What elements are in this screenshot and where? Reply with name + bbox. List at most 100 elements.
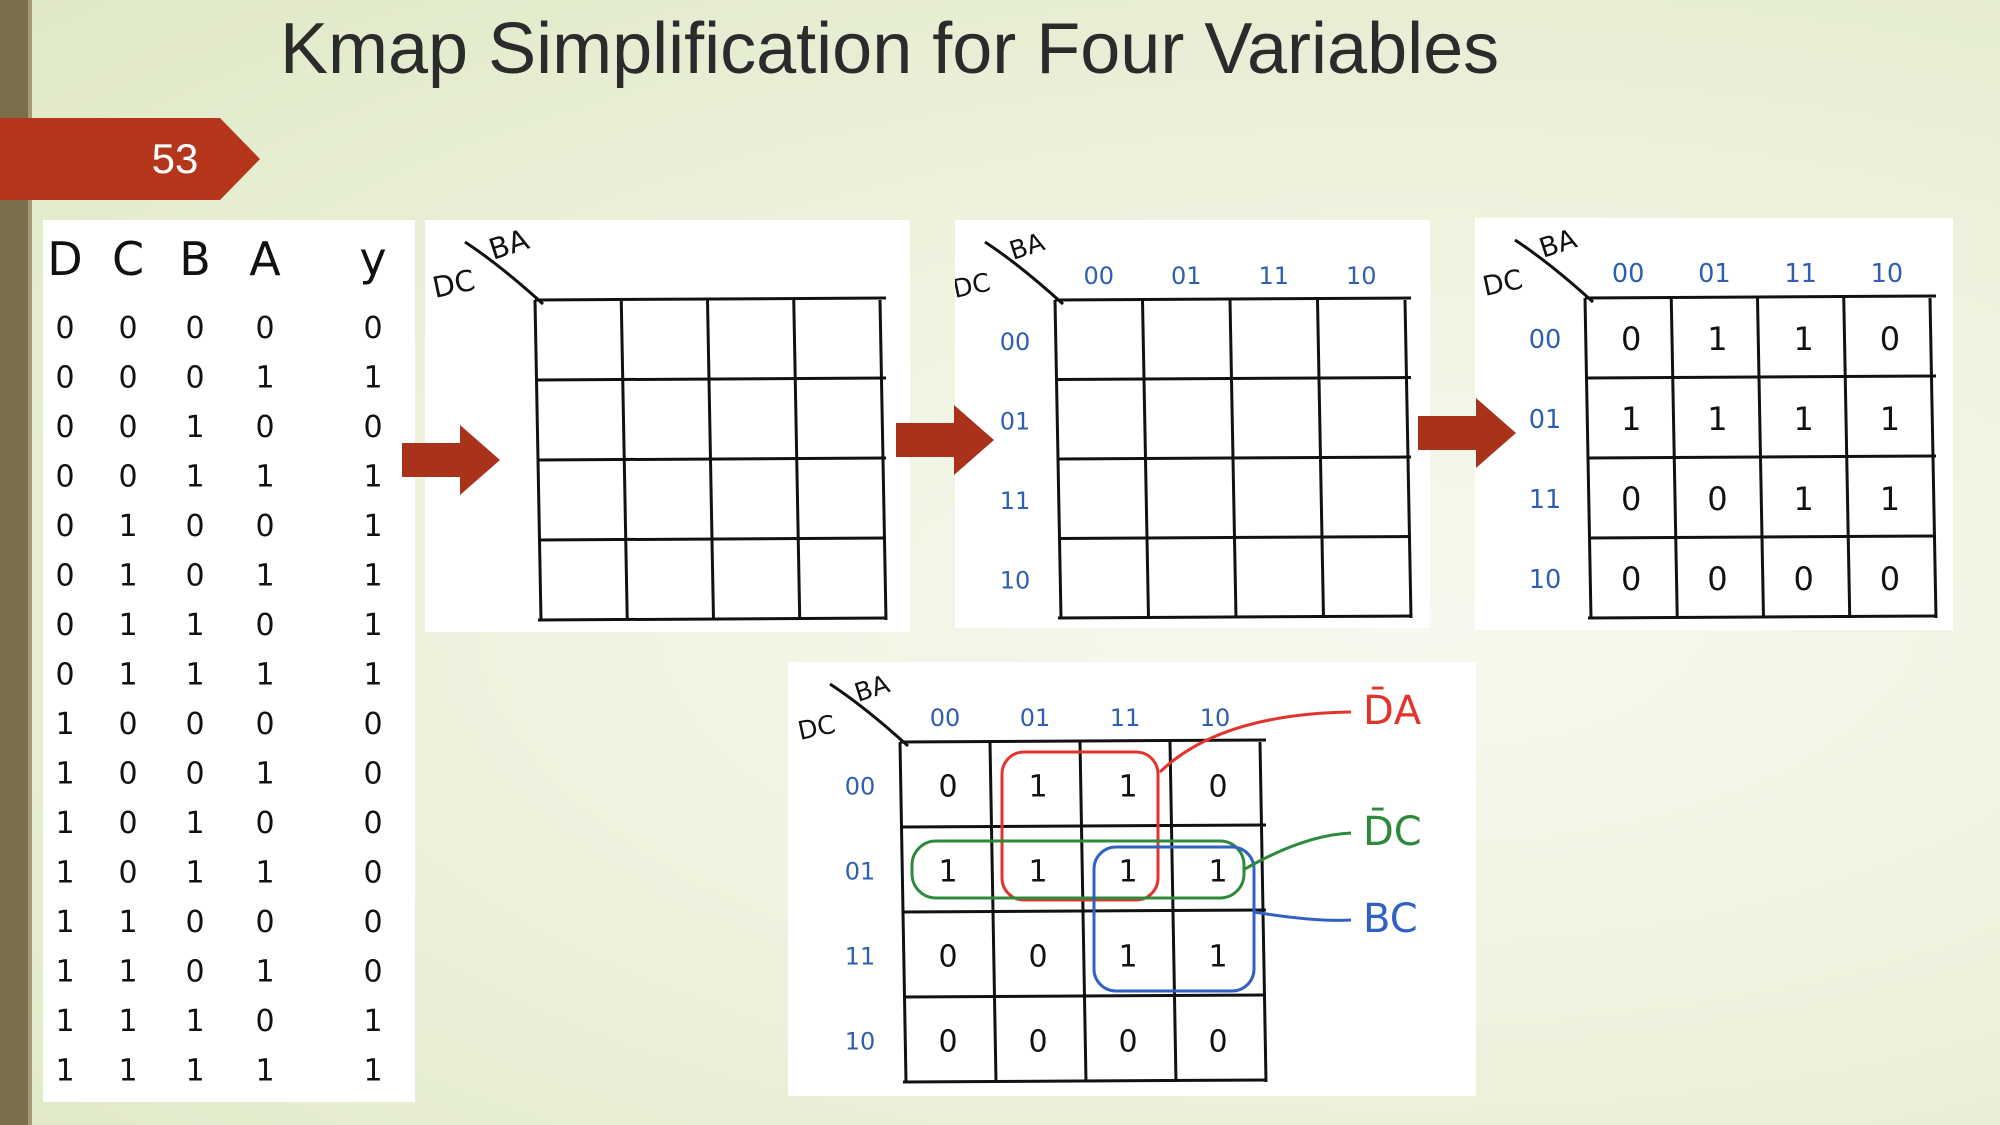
kmap-filled: BADC 00 01 11 10000111100 1 1 01 1 1 10 0 1 10 0 0 0 — [1480, 224, 1938, 620]
truth-table-cell: 1 — [185, 460, 204, 495]
truth-table-cell: 1 — [255, 955, 274, 990]
kmap-row-var: DC — [429, 263, 478, 305]
truth-table-cell: 0 — [55, 361, 74, 396]
truth-table-cell: 0 — [363, 707, 382, 742]
kmap-cell-value: 0 — [1028, 1025, 1047, 1060]
truth-table-cell: 0 — [185, 559, 204, 594]
kmap-col-label: 11 — [1110, 704, 1141, 732]
truth-table-cell: 1 — [118, 509, 137, 544]
truth-table-cell: 1 — [255, 460, 274, 495]
kmap-grid-line — [537, 376, 887, 382]
truth-table-cell: 0 — [185, 757, 204, 792]
truth-table-cell: 1 — [55, 806, 74, 841]
kmap-col-var: BA — [1006, 227, 1049, 266]
truth-table-cell: 0 — [363, 955, 382, 990]
kmap-cell-value: 0 — [1208, 1025, 1227, 1060]
arrow-right-icon — [1418, 398, 1516, 468]
kmap-cell-value: 0 — [1793, 560, 1813, 598]
truth-table-cell: 0 — [363, 311, 382, 346]
truth-table-cell: 0 — [118, 757, 137, 792]
kmap-cell-value: 0 — [1208, 770, 1227, 805]
kmap-row-label: 00 — [845, 773, 876, 801]
truth-table-cell: 1 — [185, 806, 204, 841]
kmap-filled-panel: BA DC 00 01 11 10 00 01 11 10 0 1 1 0 1 1 1 1 0 0 1 1 0 0 0 0 — [1475, 218, 1953, 630]
kmap-col-var: BA — [851, 669, 894, 708]
kmap-cell-value: 0 — [1118, 1025, 1137, 1060]
kmap-col-label: 11 — [1258, 262, 1289, 290]
truth-table-cell: 0 — [118, 410, 137, 445]
group-leader-line — [1253, 910, 1352, 922]
kmap-col-label: 10 — [1871, 259, 1904, 289]
truth-table-cell: 1 — [255, 361, 274, 396]
truth-table-cell: 0 — [118, 460, 137, 495]
group-label: D̄C — [1363, 807, 1422, 855]
truth-table-cell: 1 — [55, 905, 74, 940]
truth-table-cell: 0 — [363, 410, 382, 445]
slide-title: Kmap Simplification for Four Variables — [280, 9, 1500, 89]
truth-table-cell: 0 — [255, 608, 274, 643]
page-number-badge: 53 — [0, 118, 260, 200]
kmap-cell-value: 0 — [1028, 940, 1047, 975]
kmap-cell-value: 0 — [1621, 480, 1641, 518]
kmap-col-label: 10 — [1200, 704, 1231, 732]
kmap-cell-value: 0 — [938, 940, 957, 975]
kmap-grid-line — [534, 296, 887, 302]
kmap-grid-line — [1057, 535, 1412, 540]
kmap-row-label: 10 — [845, 1028, 876, 1056]
truth-table-cell: 1 — [185, 410, 204, 445]
group-label: BC — [1363, 896, 1418, 942]
truth-table-cell: 1 — [363, 658, 382, 693]
group-leader-line — [1243, 831, 1352, 871]
kmap-row-label: 11 — [845, 943, 876, 971]
kmap-cell-value: 0 — [938, 1025, 957, 1060]
truth-table-cell: 0 — [185, 361, 204, 396]
kmap-grouped: BADC 00 01 11 10000111100 1 1 01 1 1 10 0 1 10 0 0 0D̄AD… — [795, 669, 1422, 1084]
page-number: 53 — [151, 135, 199, 182]
kmap-col-label: 00 — [1083, 262, 1114, 290]
kmap-cell-value: 0 — [1707, 560, 1727, 598]
kmap-cell-value: 0 — [1707, 480, 1727, 518]
kmap-cell-value: 1 — [1880, 480, 1900, 518]
truth-table-cell: 1 — [255, 658, 274, 693]
truth-table-cell: 0 — [55, 559, 74, 594]
kmap-cell-value: 1 — [1028, 855, 1047, 890]
kmap-grid-line — [1057, 614, 1412, 620]
truth-table-cell: 0 — [118, 361, 137, 396]
kmap-grid-line — [1587, 374, 1937, 380]
group-outline-green — [910, 839, 1246, 900]
truth-table-cell: 1 — [255, 1054, 274, 1089]
truth-table-cell: 0 — [363, 806, 382, 841]
truth-table-cell: 1 — [255, 757, 274, 792]
truth-table-cell: 0 — [363, 757, 382, 792]
kmap-row-label: 11 — [1000, 487, 1031, 515]
kmap-row-label: 11 — [1529, 485, 1562, 515]
kmap-row-label: 01 — [845, 858, 876, 886]
truth-table-cell: 1 — [118, 1004, 137, 1039]
truth-table-cell: 0 — [185, 509, 204, 544]
kmap-grid-line — [902, 908, 1267, 914]
truth-table-cell: 1 — [363, 1004, 382, 1039]
kmap-cell-value: 1 — [1208, 855, 1227, 890]
truth-table-header: D — [47, 232, 82, 286]
truth-table-cell: 1 — [55, 707, 74, 742]
kmap-grid-line — [537, 616, 887, 622]
truth-table-cell: 0 — [55, 509, 74, 544]
truth-table-header: y — [359, 232, 386, 286]
kmap-cell-value: 1 — [1793, 400, 1813, 438]
kmap-grid-line — [1403, 299, 1413, 619]
kmap-row-label: 01 — [1529, 405, 1562, 435]
truth-table-cell: 1 — [118, 559, 137, 594]
kmap-col-label: 00 — [1612, 259, 1645, 289]
truth-table-cell: 1 — [363, 460, 382, 495]
truth-table-cell: 1 — [55, 955, 74, 990]
truth-table-cell: 1 — [55, 856, 74, 891]
truth-table-cell: 1 — [255, 559, 274, 594]
kmap-row-var: DC — [955, 268, 993, 305]
kmap-cell-value: 0 — [1621, 320, 1641, 358]
truth-table-cell: 0 — [55, 658, 74, 693]
truth-table-cell: 1 — [118, 658, 137, 693]
kmap-cell-value: 0 — [1621, 560, 1641, 598]
kmap-grid-line — [878, 299, 888, 621]
truth-table-header: C — [112, 232, 144, 286]
truth-table-cell: 0 — [255, 410, 274, 445]
